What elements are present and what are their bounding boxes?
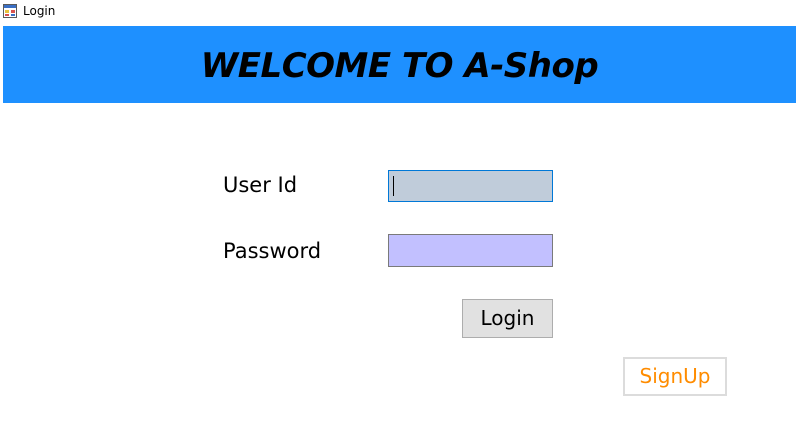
password-label: Password xyxy=(223,239,322,263)
login-button[interactable]: Login xyxy=(462,299,553,338)
window-title: Login xyxy=(23,4,56,18)
signup-button[interactable]: SignUp xyxy=(623,357,727,396)
welcome-banner: WELCOME TO A-Shop xyxy=(3,26,796,103)
userid-input[interactable] xyxy=(388,170,553,202)
title-bar: Login xyxy=(0,0,796,22)
welcome-heading: WELCOME TO A-Shop xyxy=(200,46,599,86)
userid-label: User Id xyxy=(223,173,298,197)
text-caret xyxy=(393,176,394,196)
login-window: Login WELCOME TO A-Shop User Id Password… xyxy=(0,0,796,423)
windows-form-icon xyxy=(3,4,17,18)
password-input[interactable] xyxy=(388,234,553,267)
